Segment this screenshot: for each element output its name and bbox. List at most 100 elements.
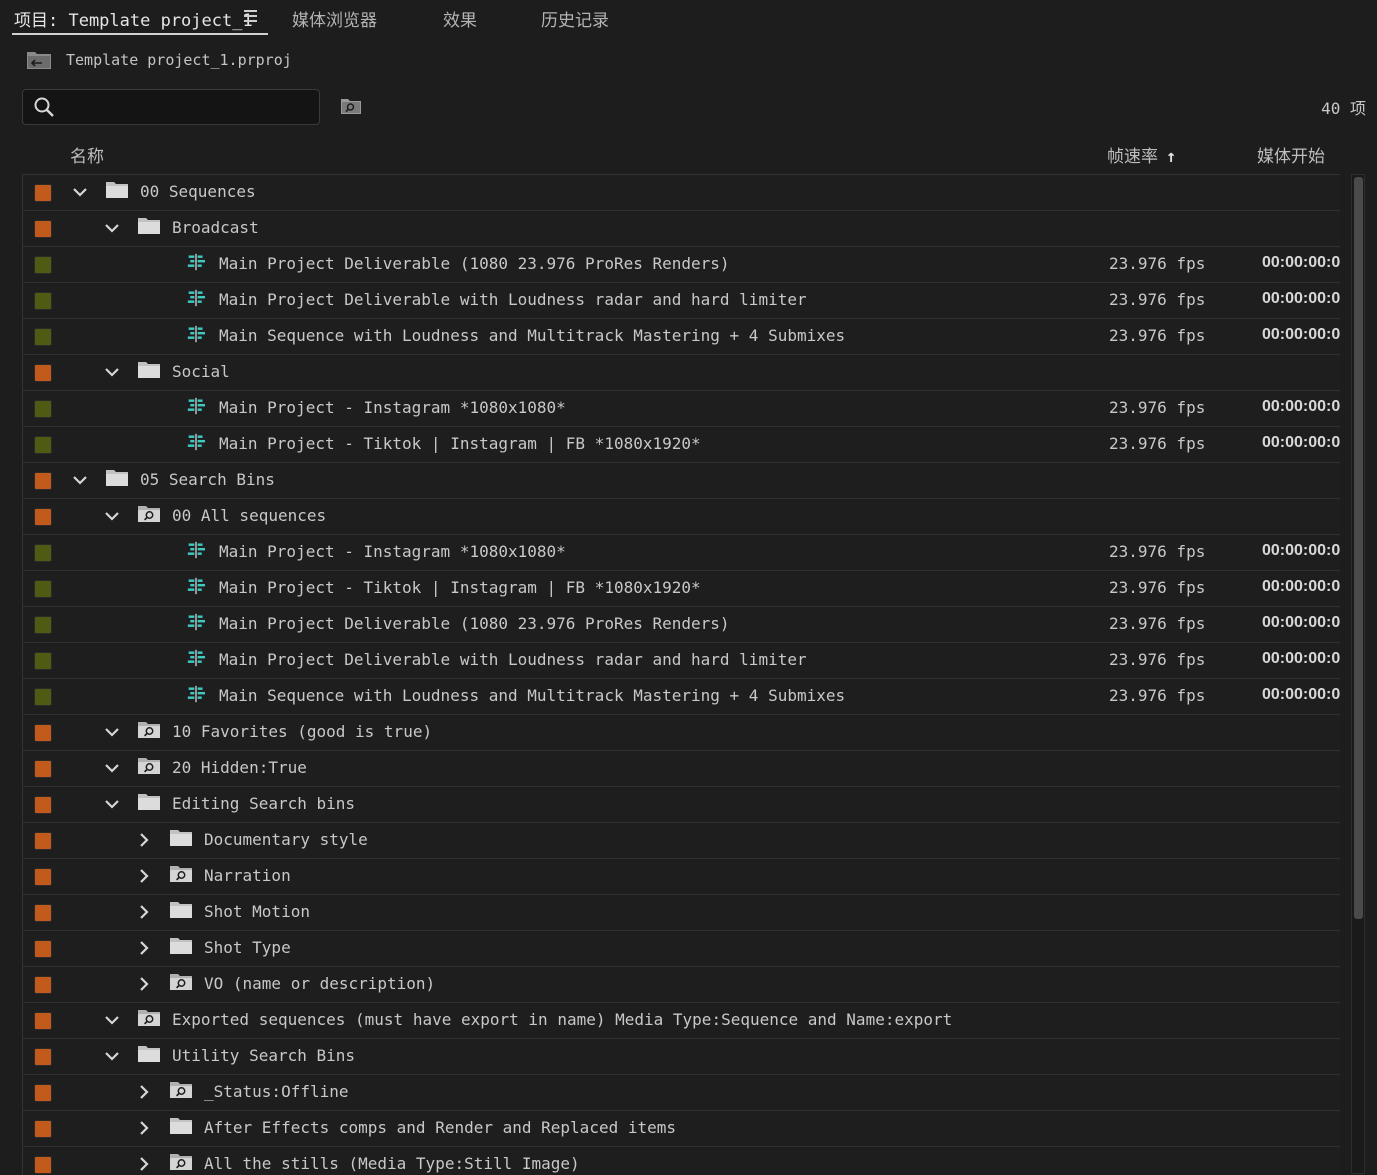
search-bin-icon [138, 506, 160, 522]
search-bin-row[interactable]: _Status:Offline [23, 1075, 1340, 1111]
project-up-folder-icon[interactable] [26, 50, 52, 70]
search-bin-icon [138, 758, 160, 774]
bin-row[interactable]: Shot Type [23, 931, 1340, 967]
search-bin-row[interactable]: All the stills (Media Type:Still Image) [23, 1147, 1340, 1175]
chevron-right-icon[interactable] [136, 940, 152, 956]
vertical-scrollbar[interactable] [1351, 174, 1365, 1174]
scrollbar-thumb[interactable] [1354, 177, 1363, 919]
chevron-right-icon[interactable] [136, 904, 152, 920]
chevron-down-icon[interactable] [72, 472, 88, 488]
sequence-row[interactable]: Main Project - Instagram *1080x1080* 23.9… [23, 391, 1340, 427]
chevron-right-icon[interactable] [136, 976, 152, 992]
search-bin-icon [170, 866, 192, 882]
item-name: Main Project - Tiktok | Instagram | FB *… [219, 434, 701, 453]
label-color-chip[interactable] [34, 796, 52, 814]
bin-row[interactable]: Shot Motion [23, 895, 1340, 931]
label-color-chip[interactable] [34, 400, 52, 418]
chevron-down-icon[interactable] [104, 220, 120, 236]
column-header-framerate[interactable]: 帧速率 ↑ [1107, 142, 1176, 167]
search-bin-row[interactable]: 10 Favorites (good is true) [23, 715, 1340, 751]
chevron-right-icon[interactable] [136, 1084, 152, 1100]
sequence-row[interactable]: Main Sequence with Loudness and Multitra… [23, 319, 1340, 355]
label-color-chip[interactable] [34, 652, 52, 670]
new-search-bin-icon[interactable] [340, 97, 362, 115]
search-bin-icon [170, 1082, 192, 1098]
bin-row[interactable]: After Effects comps and Render and Repla… [23, 1111, 1340, 1147]
label-color-chip[interactable] [34, 688, 52, 706]
bin-row[interactable]: Social [23, 355, 1340, 391]
label-color-chip[interactable] [34, 436, 52, 454]
label-color-chip[interactable] [34, 364, 52, 382]
label-color-chip[interactable] [34, 220, 52, 238]
label-color-chip[interactable] [34, 256, 52, 274]
chevron-right-icon[interactable] [136, 1120, 152, 1136]
column-header-name[interactable]: 名称 [70, 142, 104, 167]
label-color-chip[interactable] [34, 868, 52, 886]
item-name: Documentary style [204, 830, 368, 849]
chevron-right-icon[interactable] [136, 868, 152, 884]
bin-row[interactable]: Broadcast [23, 211, 1340, 247]
sequence-row[interactable]: Main Project Deliverable (1080 23.976 Pr… [23, 607, 1340, 643]
chevron-right-icon[interactable] [136, 832, 152, 848]
label-color-chip[interactable] [34, 904, 52, 922]
label-color-chip[interactable] [34, 940, 52, 958]
bin-row[interactable]: 05 Search Bins [23, 463, 1340, 499]
search-input[interactable] [63, 90, 313, 122]
chevron-down-icon[interactable] [104, 364, 120, 380]
chevron-right-icon[interactable] [136, 1156, 152, 1172]
chevron-down-icon[interactable] [104, 796, 120, 812]
label-color-chip[interactable] [34, 1084, 52, 1102]
label-color-chip[interactable] [34, 1156, 52, 1174]
chevron-down-icon[interactable] [104, 508, 120, 524]
label-color-chip[interactable] [34, 1012, 52, 1030]
label-color-chip[interactable] [34, 580, 52, 598]
sequence-row[interactable]: Main Project - Tiktok | Instagram | FB *… [23, 571, 1340, 607]
search-bin-row[interactable]: 00 All sequences [23, 499, 1340, 535]
sequence-row[interactable]: Main Project - Tiktok | Instagram | FB *… [23, 427, 1340, 463]
search-bin-row[interactable]: Narration [23, 859, 1340, 895]
label-color-chip[interactable] [34, 292, 52, 310]
label-color-chip[interactable] [34, 616, 52, 634]
label-color-chip[interactable] [34, 508, 52, 526]
label-color-chip[interactable] [34, 1120, 52, 1138]
label-color-chip[interactable] [34, 760, 52, 778]
item-name: All the stills (Media Type:Still Image) [204, 1154, 580, 1173]
label-color-chip[interactable] [34, 544, 52, 562]
search-icon [34, 97, 54, 117]
tab-effects[interactable]: 效果 [443, 6, 477, 31]
chevron-down-icon[interactable] [104, 724, 120, 740]
bin-row[interactable]: 00 Sequences [23, 175, 1340, 211]
label-color-chip[interactable] [34, 976, 52, 994]
sequence-row[interactable]: Main Project Deliverable with Loudness r… [23, 283, 1340, 319]
label-color-chip[interactable] [34, 328, 52, 346]
label-color-chip[interactable] [34, 832, 52, 850]
label-color-chip[interactable] [34, 1048, 52, 1066]
tab-media-browser[interactable]: 媒体浏览器 [292, 6, 377, 31]
sequence-row[interactable]: Main Sequence with Loudness and Multitra… [23, 679, 1340, 715]
chevron-down-icon[interactable] [104, 1048, 120, 1064]
label-color-chip[interactable] [34, 724, 52, 742]
tab-project[interactable]: 项目: Template project_1 [14, 6, 253, 31]
bin-row[interactable]: Utility Search Bins [23, 1039, 1340, 1075]
bin-row[interactable]: Documentary style [23, 823, 1340, 859]
item-name: 10 Favorites (good is true) [172, 722, 433, 741]
chevron-down-icon[interactable] [104, 760, 120, 776]
sequence-row[interactable]: Main Project - Instagram *1080x1080* 23.9… [23, 535, 1340, 571]
label-color-chip[interactable] [34, 472, 52, 490]
label-color-chip[interactable] [34, 184, 52, 202]
frame-rate-value: 23.976 fps [1109, 650, 1206, 669]
search-field[interactable] [22, 89, 320, 125]
column-header-media-start[interactable]: 媒体开始 [1257, 142, 1325, 167]
chevron-down-icon[interactable] [72, 184, 88, 200]
bin-row[interactable]: Editing Search bins [23, 787, 1340, 823]
panel-menu-icon[interactable] [244, 10, 257, 22]
item-name: Main Project - Instagram *1080x1080* [219, 542, 566, 561]
tab-history[interactable]: 历史记录 [541, 6, 609, 31]
sequence-row[interactable]: Main Project Deliverable with Loudness r… [23, 643, 1340, 679]
media-start-value: 00:00:00:0 [1262, 254, 1340, 271]
chevron-down-icon[interactable] [104, 1012, 120, 1028]
search-bin-row[interactable]: VO (name or description) [23, 967, 1340, 1003]
search-bin-row[interactable]: Exported sequences (must have export in … [23, 1003, 1340, 1039]
search-bin-row[interactable]: 20 Hidden:True [23, 751, 1340, 787]
sequence-row[interactable]: Main Project Deliverable (1080 23.976 Pr… [23, 247, 1340, 283]
